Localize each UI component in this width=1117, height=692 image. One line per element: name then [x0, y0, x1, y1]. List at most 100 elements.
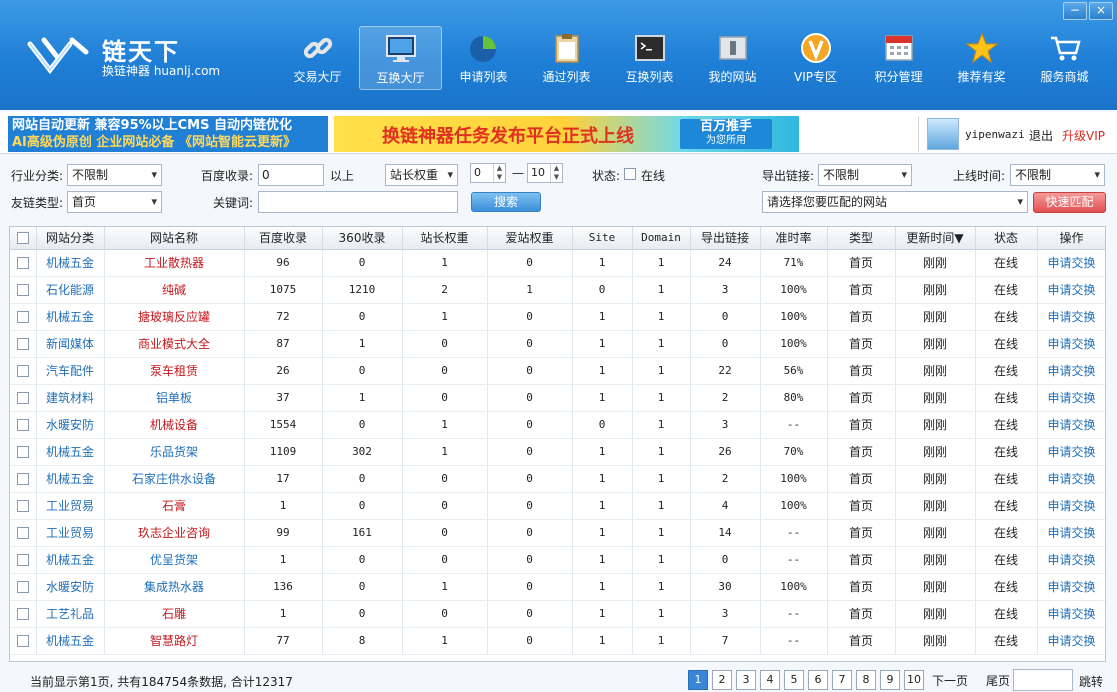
site-name[interactable]: 石膏 [104, 492, 245, 520]
apply-exchange-link[interactable]: 申请交换 [1037, 276, 1105, 304]
page-number-button[interactable]: 1 [688, 670, 708, 690]
export-links-select[interactable]: 不限制 [818, 164, 912, 186]
nav-points[interactable]: 积分管理 [857, 26, 940, 90]
site-category[interactable]: 水暖安防 [36, 573, 105, 601]
table-row[interactable]: 工业贸易 玖志企业咨询 99 161 0 0 1 1 14 -- 首页 刚刚 在线 申请交换 [10, 519, 1105, 547]
quick-match-button[interactable]: 快速匹配 [1033, 192, 1106, 213]
apply-exchange-link[interactable]: 申请交换 [1037, 627, 1105, 655]
site-category[interactable]: 机械五金 [36, 249, 105, 277]
column-header[interactable]: 网站分类 [36, 227, 105, 250]
nav-trade-hall[interactable]: 交易大厅 [276, 26, 359, 90]
site-name[interactable]: 纯碱 [104, 276, 245, 304]
site-category[interactable]: 机械五金 [36, 465, 105, 493]
site-name[interactable]: 铝单板 [104, 384, 245, 412]
apply-exchange-link[interactable]: 申请交换 [1037, 330, 1105, 358]
site-category[interactable]: 机械五金 [36, 303, 105, 331]
apply-exchange-link[interactable]: 申请交换 [1037, 519, 1105, 547]
page-number-button[interactable]: 10 [904, 670, 924, 690]
table-row[interactable]: 水暖安防 机械设备 1554 0 1 0 0 1 3 -- 首页 刚刚 在线 申请交换 [10, 411, 1105, 439]
site-name[interactable]: 乐品货架 [104, 438, 245, 466]
page-number-button[interactable]: 6 [808, 670, 828, 690]
row-checkbox[interactable] [16, 365, 29, 377]
apply-exchange-link[interactable]: 申请交换 [1037, 357, 1105, 385]
apply-exchange-link[interactable]: 申请交换 [1037, 384, 1105, 412]
site-name[interactable]: 石家庄供水设备 [104, 465, 245, 493]
nav-approved-list[interactable]: 通过列表 [525, 26, 608, 90]
column-header[interactable]: 网站名称 [104, 227, 245, 250]
online-time-select[interactable]: 不限制 [1010, 164, 1105, 186]
site-name[interactable]: 玖志企业咨询 [104, 519, 245, 547]
site-category[interactable]: 汽车配件 [36, 357, 105, 385]
weight-min-stepper[interactable]: 0 ▲ ▼ [470, 163, 506, 183]
page-number-button[interactable]: 8 [856, 670, 876, 690]
site-name[interactable]: 优呈货架 [104, 546, 245, 574]
row-checkbox[interactable] [16, 284, 29, 296]
site-category[interactable]: 工艺礼品 [36, 600, 105, 628]
nav-exchange-hall[interactable]: 互换大厅 [359, 26, 442, 90]
column-header[interactable]: 类型 [827, 227, 896, 250]
table-row[interactable]: 汽车配件 泵车租赁 26 0 0 0 1 1 22 56% 首页 刚刚 在线 申请交换 [10, 357, 1105, 385]
apply-exchange-link[interactable]: 申请交换 [1037, 438, 1105, 466]
next-page-link[interactable]: 下一页 [932, 672, 968, 689]
site-name[interactable]: 机械设备 [104, 411, 245, 439]
table-row[interactable]: 石化能源 纯碱 1075 1210 2 1 0 1 3 100% 首页 刚刚 在线 申请交换 [10, 276, 1105, 304]
page-number-button[interactable]: 7 [832, 670, 852, 690]
table-row[interactable]: 机械五金 乐品货架 1109 302 1 0 1 1 26 70% 首页 刚刚 在线 申请交换 [10, 438, 1105, 466]
row-checkbox[interactable] [16, 419, 29, 431]
goto-page-input[interactable] [1013, 669, 1073, 691]
minimize-button[interactable]: − [1063, 2, 1087, 20]
stepper-arrows-icon[interactable]: ▲ ▼ [493, 164, 505, 182]
column-header[interactable]: 爱站权重 [487, 227, 573, 250]
site-category[interactable]: 机械五金 [36, 438, 105, 466]
column-header[interactable]: Site [572, 227, 633, 250]
site-name[interactable]: 搪玻璃反应罐 [104, 303, 245, 331]
nav-store[interactable]: 服务商城 [1023, 26, 1106, 90]
page-number-button[interactable]: 5 [784, 670, 804, 690]
site-category[interactable]: 工业贸易 [36, 492, 105, 520]
upgrade-vip-link[interactable]: 升级VIP [1062, 127, 1105, 144]
site-name[interactable]: 泵车租赁 [104, 357, 245, 385]
table-row[interactable]: 机械五金 优呈货架 1 0 0 0 1 1 0 -- 首页 刚刚 在线 申请交换 [10, 546, 1105, 574]
goto-page-button[interactable]: 跳转 [1079, 673, 1103, 690]
site-name[interactable]: 商业模式大全 [104, 330, 245, 358]
site-category[interactable]: 建筑材料 [36, 384, 105, 412]
link-type-select[interactable]: 首页 [67, 191, 162, 213]
close-button[interactable]: × [1089, 2, 1113, 20]
online-checkbox[interactable] [624, 168, 636, 180]
site-name[interactable]: 石雕 [104, 600, 245, 628]
table-row[interactable]: 工艺礼品 石雕 1 0 0 0 1 1 3 -- 首页 刚刚 在线 申请交换 [10, 600, 1105, 628]
page-number-button[interactable]: 2 [712, 670, 732, 690]
table-row[interactable]: 机械五金 智慧路灯 77 8 1 0 1 1 7 -- 首页 刚刚 在线 申请交换 [10, 627, 1105, 655]
baidu-index-input[interactable] [258, 164, 324, 186]
nav-apply-list[interactable]: 申请列表 [442, 26, 525, 90]
select-all-checkbox[interactable] [16, 232, 29, 245]
row-checkbox[interactable] [16, 608, 29, 620]
nav-referral[interactable]: 推荐有奖 [940, 26, 1023, 90]
site-category[interactable]: 水暖安防 [36, 411, 105, 439]
nav-my-sites[interactable]: 我的网站 [691, 26, 774, 90]
industry-select[interactable]: 不限制 [67, 164, 162, 186]
column-header[interactable]: 状态 [975, 227, 1038, 250]
table-row[interactable]: 建筑材料 铝单板 37 1 0 0 1 1 2 80% 首页 刚刚 在线 申请交换 [10, 384, 1105, 412]
nav-vip[interactable]: VIP专区 [774, 26, 857, 90]
apply-exchange-link[interactable]: 申请交换 [1037, 303, 1105, 331]
promo-task-platform[interactable]: 换链神器任务发布平台正式上线 百万推手 为您所用 [334, 116, 799, 152]
column-header[interactable]: 更新时间▼ [895, 227, 976, 250]
table-row[interactable]: 水暖安防 集成热水器 136 0 1 0 1 1 30 100% 首页 刚刚 在线 申请交换 [10, 573, 1105, 601]
table-row[interactable]: 新闻媒体 商业模式大全 87 1 0 0 1 1 0 100% 首页 刚刚 在线 申请交换 [10, 330, 1105, 358]
column-header[interactable]: 导出链接 [690, 227, 761, 250]
apply-exchange-link[interactable]: 申请交换 [1037, 546, 1105, 574]
row-checkbox[interactable] [16, 338, 29, 350]
row-checkbox[interactable] [16, 392, 29, 404]
logout-link[interactable]: 退出 [1029, 127, 1053, 144]
row-checkbox[interactable] [16, 446, 29, 458]
column-header[interactable]: 准时率 [760, 227, 828, 250]
site-category[interactable]: 工业贸易 [36, 519, 105, 547]
site-name[interactable]: 工业散热器 [104, 249, 245, 277]
apply-exchange-link[interactable]: 申请交换 [1037, 573, 1105, 601]
apply-exchange-link[interactable]: 申请交换 [1037, 249, 1105, 277]
site-category[interactable]: 机械五金 [36, 627, 105, 655]
site-name[interactable]: 集成热水器 [104, 573, 245, 601]
weight-max-stepper[interactable]: 10 ▲ ▼ [527, 163, 563, 183]
match-site-select[interactable]: 请选择您要匹配的网站 [762, 191, 1028, 213]
